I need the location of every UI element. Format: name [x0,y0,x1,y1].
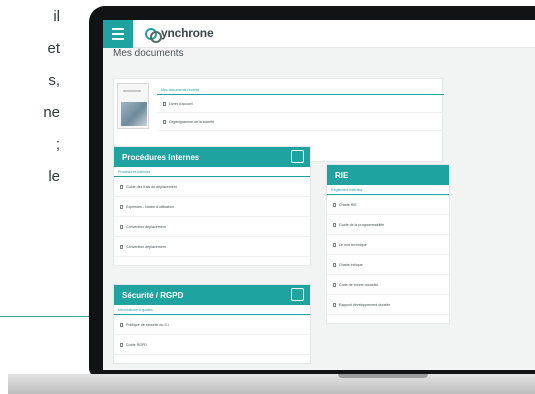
laptop-base [8,374,535,394]
hamburger-menu-icon[interactable] [103,20,133,48]
list-item[interactable]: Guide de la programmabilité [327,215,449,235]
document-icon [120,224,123,229]
list-item[interactable]: Le mot technique [327,235,449,255]
card-title: RIE [335,170,349,180]
list-item[interactable]: Livret d'accueil [157,95,444,113]
document-icon [163,101,166,106]
document-icon [333,262,336,267]
document-icon [333,222,336,227]
card-header[interactable]: RIE [327,165,449,185]
list-item[interactable]: Code de bonne conduite [327,275,449,295]
section-subhead: Règlement Intérieur [327,185,449,195]
list-item[interactable]: Organigramme de la société [157,113,444,131]
section-subhead: Mes documents récents [157,85,444,95]
procedures-card: Procédures Internes Procédures internes … [113,146,311,266]
app-logo[interactable]: ynchrone [145,26,214,43]
document-icon [333,302,336,307]
card-header[interactable]: Sécurité / RGPD [114,285,310,305]
document-icon [333,282,336,287]
laptop-notch [338,374,428,378]
recent-documents-list: Mes documents récents Livret d'accueil O… [157,85,444,131]
shield-icon [291,288,304,301]
list-item[interactable]: Politique de sécurité du S.I. [114,315,310,335]
section-subhead: Informations & guides [114,305,310,315]
list-item[interactable]: Rapport développement durable [327,295,449,315]
document-icon [333,202,336,207]
text-fragment: il [53,8,60,25]
list-item[interactable]: Charte éthique [327,255,449,275]
document-icon [120,204,123,209]
card-title: Procédures Internes [122,152,200,162]
document-icon [120,184,123,189]
logo-text: ynchrone [161,26,214,40]
text-fragment: le [48,168,60,185]
list-item[interactable]: Charte RIE [327,195,449,215]
document-icon [120,342,123,347]
text-fragment: s, [48,72,60,89]
card-header[interactable]: Procédures Internes [114,147,310,167]
list-item[interactable]: Convention déplacement [114,237,310,257]
top-bar: ynchrone [103,20,535,48]
list-item[interactable]: Guide des frais de déplacement [114,177,310,197]
text-fragment: ; [55,136,60,153]
card-title: Sécurité / RGPD [122,290,184,300]
list-item[interactable]: Guide RGPD [114,335,310,355]
thumbnail-photo [121,102,147,126]
section-subhead: Procédures internes [114,167,310,177]
document-icon [163,119,166,124]
document-icon [120,244,123,249]
list-item[interactable]: Expenses - Notice d'utilisation [114,197,310,217]
document-icon [333,242,336,247]
security-card: Sécurité / RGPD Informations & guides Po… [113,284,311,364]
text-fragment: et [47,40,60,57]
document-icon [120,322,123,327]
list-item[interactable]: Convention déplacement [114,217,310,237]
document-thumbnail[interactable] [117,83,149,129]
rie-card: RIE Règlement Intérieur Charte RIE Guide… [326,164,450,324]
divider-line [0,316,100,317]
text-fragment: ne [43,104,60,121]
logo-mark-icon [145,27,162,43]
document-check-icon [291,150,304,163]
page-title: Mes documents [113,48,184,59]
